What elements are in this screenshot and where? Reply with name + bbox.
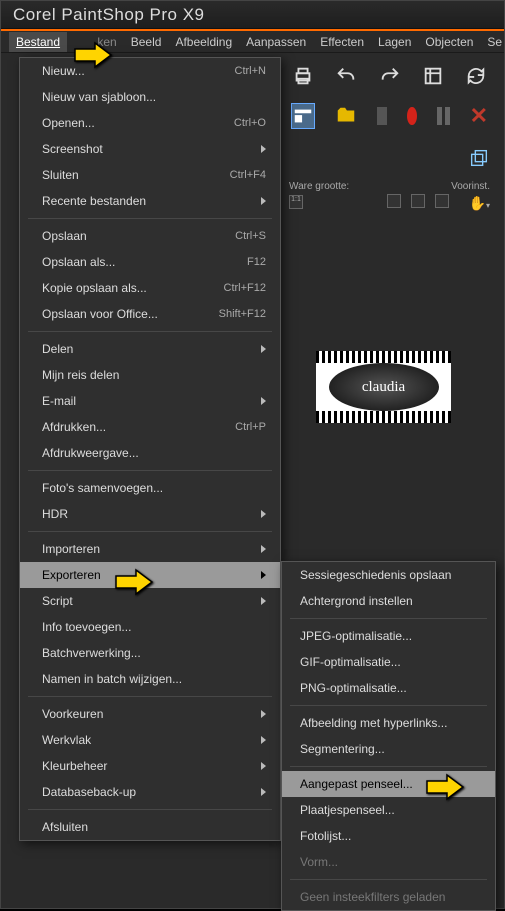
menu-merge[interactable]: Foto's samenvoegen... [20, 475, 280, 501]
menu-info[interactable]: Info toevoegen... [20, 614, 280, 640]
submenu-picture-brush[interactable]: Plaatjespenseel... [282, 797, 495, 823]
file-menu-dropdown: Nieuw...Ctrl+N Nieuw van sjabloon... Ope… [19, 57, 281, 841]
print-icon[interactable] [291, 63, 314, 89]
stop-icon[interactable] [377, 107, 387, 125]
menubar: Bestand ken Beeld Afbeelding Aanpassen E… [1, 31, 504, 53]
menu-bestand[interactable]: Bestand [9, 32, 67, 52]
grid-icon-2[interactable] [411, 194, 425, 208]
logo-preview: claudia [316, 351, 451, 423]
menu-print-preview[interactable]: Afdrukweergave... [20, 440, 280, 466]
menu-share-trip[interactable]: Mijn reis delen [20, 362, 280, 388]
pause-icon[interactable] [437, 107, 450, 125]
menu-script[interactable]: Script [20, 588, 280, 614]
undo-icon[interactable] [334, 63, 357, 89]
menu-save-office[interactable]: Opslaan voor Office...Shift+F12 [20, 301, 280, 327]
hand-icon[interactable]: ✋▾ [451, 195, 490, 212]
menu-hdr[interactable]: HDR [20, 501, 280, 527]
refresh-icon[interactable] [465, 63, 488, 89]
submenu-no-plugins: Geen insteekfilters geladen [282, 884, 495, 910]
menu-save-as[interactable]: Opslaan als...F12 [20, 249, 280, 275]
voorinst-label: Voorinst. [451, 181, 490, 192]
menu-bewerken[interactable]: ken [67, 32, 124, 52]
menu-recent[interactable]: Recente bestanden [20, 188, 280, 214]
redo-icon[interactable] [378, 63, 401, 89]
record-icon[interactable] [407, 107, 417, 125]
folder-icon[interactable] [335, 103, 357, 129]
menu-exit[interactable]: Afsluiten [20, 814, 280, 840]
submenu-png[interactable]: PNG-optimalisatie... [282, 675, 495, 701]
menu-color-mgmt[interactable]: Kleurbeheer [20, 753, 280, 779]
menu-aanpassen[interactable]: Aanpassen [239, 32, 313, 52]
menu-open[interactable]: Openen...Ctrl+O [20, 110, 280, 136]
export-submenu: Sessiegeschiedenis opslaan Achtergrond i… [281, 561, 496, 911]
submenu-jpeg[interactable]: JPEG-optimalisatie... [282, 623, 495, 649]
menu-batch[interactable]: Batchverwerking... [20, 640, 280, 666]
menu-screenshot[interactable]: Screenshot [20, 136, 280, 162]
menu-new[interactable]: Nieuw...Ctrl+N [20, 58, 280, 84]
grid-icon-1[interactable] [387, 194, 401, 208]
menu-afbeelding[interactable]: Afbeelding [168, 32, 239, 52]
window-title: Corel PaintShop Pro X9 [13, 5, 205, 24]
menu-export[interactable]: Exporteren [20, 562, 280, 588]
window-titlebar: Corel PaintShop Pro X9 [1, 1, 504, 29]
close-x-icon[interactable]: ✕ [470, 103, 488, 129]
menu-db-backup[interactable]: Databaseback-up [20, 779, 280, 805]
grid-icon-3[interactable] [435, 194, 449, 208]
layout-icon[interactable] [291, 103, 315, 129]
menu-print[interactable]: Afdrukken...Ctrl+P [20, 414, 280, 440]
submenu-segment[interactable]: Segmentering... [282, 736, 495, 762]
menu-email[interactable]: E-mail [20, 388, 280, 414]
scale-1to1[interactable]: 1:1 [289, 195, 303, 209]
menu-import[interactable]: Importeren [20, 536, 280, 562]
menu-share[interactable]: Delen [20, 336, 280, 362]
submenu-hyperlinks[interactable]: Afbeelding met hyperlinks... [282, 710, 495, 736]
menu-effecten[interactable]: Effecten [313, 32, 371, 52]
menu-copy-save[interactable]: Kopie opslaan als...Ctrl+F12 [20, 275, 280, 301]
menu-objecten[interactable]: Objecten [418, 32, 480, 52]
menu-prefs[interactable]: Voorkeuren [20, 701, 280, 727]
submenu-custom-brush[interactable]: Aangepast penseel... [282, 771, 495, 797]
menu-close[interactable]: SluitenCtrl+F4 [20, 162, 280, 188]
stack-icon[interactable] [466, 145, 492, 171]
menu-save[interactable]: OpslaanCtrl+S [20, 223, 280, 249]
menu-beeld[interactable]: Beeld [124, 32, 169, 52]
submenu-gif[interactable]: GIF-optimalisatie... [282, 649, 495, 675]
ware-grootte-label: Ware grootte: [289, 181, 349, 192]
logo-text: claudia [329, 363, 439, 411]
menu-workspace[interactable]: Werkvlak [20, 727, 280, 753]
properties-bar: Ware grootte: 1:1 Voorinst. ✋▾ [281, 177, 498, 213]
submenu-background[interactable]: Achtergrond instellen [282, 588, 495, 614]
submenu-shape: Vorm... [282, 849, 495, 875]
resize-icon[interactable] [421, 63, 444, 89]
menu-rename-batch[interactable]: Namen in batch wijzigen... [20, 666, 280, 692]
menu-new-template[interactable]: Nieuw van sjabloon... [20, 84, 280, 110]
menu-lagen[interactable]: Lagen [371, 32, 418, 52]
submenu-photo-list[interactable]: Fotolijst... [282, 823, 495, 849]
submenu-session[interactable]: Sessiegeschiedenis opslaan [282, 562, 495, 588]
menu-selecties[interactable]: Se [480, 32, 505, 52]
